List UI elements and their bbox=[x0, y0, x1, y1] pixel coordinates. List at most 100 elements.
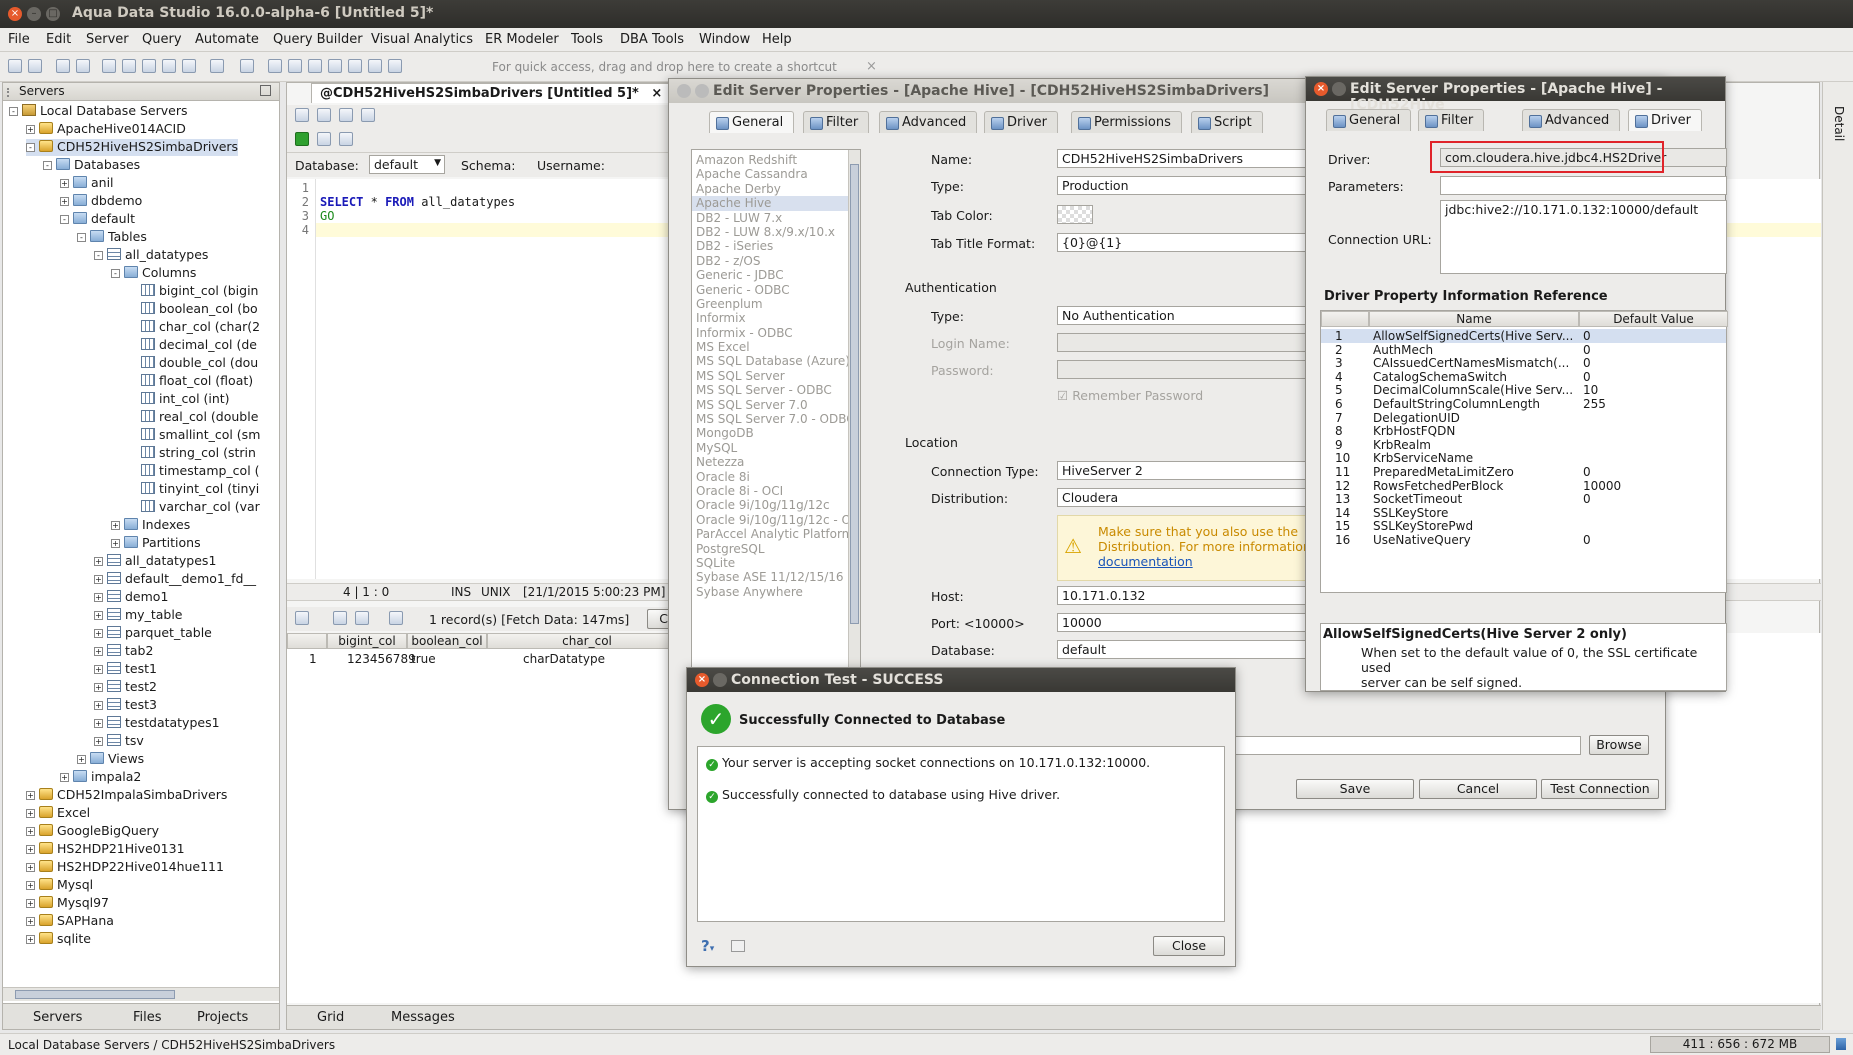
copy-icon[interactable] bbox=[731, 940, 745, 952]
tree-item[interactable]: smallint_col (sm bbox=[128, 427, 260, 444]
memory-indicator[interactable]: 411 : 656 : 672 MB bbox=[1650, 1036, 1830, 1053]
list-item[interactable]: Informix bbox=[692, 311, 860, 325]
list-item[interactable]: DB2 - iSeries bbox=[692, 239, 860, 253]
expand-icon[interactable]: + bbox=[26, 827, 35, 836]
export-icon[interactable] bbox=[182, 59, 196, 73]
restore-panel-icon[interactable] bbox=[260, 85, 271, 96]
list-item[interactable]: Greenplum bbox=[692, 297, 860, 311]
tree-item[interactable]: + testdatatypes1 bbox=[94, 715, 220, 732]
close-button[interactable]: Close bbox=[1153, 936, 1225, 956]
parameters-field[interactable] bbox=[1440, 176, 1727, 195]
dialog-driver-minimize-icon[interactable] bbox=[1332, 82, 1346, 96]
table-row[interactable]: 13 SocketTimeout 0 bbox=[1321, 492, 1726, 506]
tab-files[interactable]: Files bbox=[133, 1010, 162, 1025]
tree-item[interactable]: double_col (dou bbox=[128, 355, 258, 372]
expand-icon[interactable]: + bbox=[60, 179, 69, 188]
tree-item[interactable]: + sqlite bbox=[26, 931, 91, 948]
tab-servers[interactable]: Servers bbox=[33, 1010, 82, 1025]
expand-icon[interactable]: + bbox=[60, 773, 69, 782]
tab-projects[interactable]: Projects bbox=[197, 1010, 248, 1025]
list-item[interactable]: MS Excel bbox=[692, 340, 860, 354]
tree-item[interactable]: + impala2 bbox=[60, 769, 141, 786]
tile-vertical-icon[interactable] bbox=[368, 59, 382, 73]
dialog-driver-close-icon[interactable]: × bbox=[1314, 82, 1328, 96]
collapse-icon[interactable]: - bbox=[60, 215, 69, 224]
tree-item[interactable]: + Indexes bbox=[111, 517, 190, 534]
tree-item[interactable]: - Columns bbox=[111, 265, 196, 282]
results-export-icon[interactable] bbox=[333, 611, 347, 625]
tab-filter[interactable]: Filter bbox=[1418, 109, 1485, 131]
list-item[interactable]: MS SQL Server bbox=[692, 369, 860, 383]
expand-icon[interactable]: + bbox=[26, 935, 35, 944]
tab-grid[interactable]: Grid bbox=[317, 1010, 344, 1025]
tree-item[interactable]: + HS2HDP21Hive0131 bbox=[26, 841, 185, 858]
expand-icon[interactable]: + bbox=[26, 863, 35, 872]
expand-icon[interactable]: + bbox=[94, 719, 103, 728]
menu-dba-tools[interactable]: DBA Tools bbox=[620, 32, 684, 47]
list-item[interactable]: MS SQL Server 7.0 - ODBC bbox=[692, 412, 860, 426]
tree-item[interactable]: - Tables bbox=[77, 229, 147, 246]
server-tree[interactable]: - Local Database Servers + ApacheHive014ACI… bbox=[3, 101, 279, 981]
tree-item[interactable]: - CDH52HiveHS2SimbaDrivers bbox=[26, 139, 239, 156]
open-icon[interactable] bbox=[317, 108, 331, 122]
type-select[interactable]: Production bbox=[1057, 176, 1317, 195]
tree-item[interactable]: timestamp_col ( bbox=[128, 463, 260, 480]
list-item[interactable]: SQLite bbox=[692, 556, 860, 570]
collapse-icon[interactable]: - bbox=[9, 107, 18, 116]
browse-button[interactable]: Browse bbox=[1589, 735, 1649, 755]
list-item[interactable]: MySQL bbox=[692, 441, 860, 455]
disconnect-icon[interactable] bbox=[76, 59, 90, 73]
save-button[interactable]: Save bbox=[1296, 779, 1414, 799]
table-row[interactable]: 5 DecimalColumnScale(Hive Serv... 10 bbox=[1321, 383, 1726, 397]
cascade-icon[interactable] bbox=[328, 59, 342, 73]
menu-server[interactable]: Server bbox=[86, 32, 129, 47]
split-layout-icon[interactable] bbox=[288, 59, 302, 73]
table-row[interactable]: 3 CAIssuedCertNamesMismatch(... 0 bbox=[1321, 356, 1726, 370]
list-item[interactable]: DB2 - LUW 8.x/9.x/10.x bbox=[692, 225, 860, 239]
list-item[interactable]: Sybase Anywhere bbox=[692, 585, 860, 599]
login-name-field[interactable] bbox=[1057, 333, 1317, 352]
compare-icon[interactable] bbox=[142, 59, 156, 73]
tab-filter[interactable]: Filter bbox=[803, 111, 870, 133]
host-field[interactable]: 10.171.0.132 bbox=[1057, 586, 1317, 605]
tree-item[interactable]: + anil bbox=[60, 175, 114, 192]
tab-general[interactable]: General bbox=[1326, 109, 1412, 131]
expand-icon[interactable]: + bbox=[26, 881, 35, 890]
list-item[interactable]: Amazon Redshift bbox=[692, 153, 860, 167]
driver-properties-table[interactable]: Name Default Value 1 AllowSelfSignedCerts… bbox=[1320, 310, 1728, 593]
tab-title-format-field[interactable]: {0}@{1} bbox=[1057, 233, 1317, 252]
list-item[interactable]: PostgreSQL bbox=[692, 542, 860, 556]
list-item[interactable]: Netezza bbox=[692, 455, 860, 469]
connection-url-field[interactable]: jdbc:hive2://10.171.0.132:10000/default bbox=[1440, 200, 1727, 274]
tree-item[interactable]: + Mysql bbox=[26, 877, 93, 894]
list-item[interactable]: Oracle 8i bbox=[692, 470, 860, 484]
tree-item[interactable]: + demo1 bbox=[94, 589, 168, 606]
menu-help[interactable]: Help bbox=[762, 32, 792, 47]
expand-icon[interactable]: + bbox=[94, 557, 103, 566]
database-select[interactable]: default ▼ bbox=[369, 155, 445, 174]
hint-close-icon[interactable]: × bbox=[866, 59, 877, 74]
name-field[interactable]: CDH52HiveHS2SimbaDrivers bbox=[1057, 149, 1317, 168]
expand-icon[interactable]: + bbox=[26, 845, 35, 854]
menu-automate[interactable]: Automate bbox=[195, 32, 259, 47]
menu-file[interactable]: File bbox=[8, 32, 30, 47]
tree-item[interactable]: char_col (char(2 bbox=[128, 319, 260, 336]
list-item[interactable]: Generic - ODBC bbox=[692, 283, 860, 297]
tree-item[interactable]: + dbdemo bbox=[60, 193, 142, 210]
tree-item[interactable]: varchar_col (var bbox=[128, 499, 260, 516]
results-options-icon[interactable] bbox=[295, 611, 309, 625]
collapse-icon[interactable]: - bbox=[77, 233, 86, 242]
col-name-header[interactable]: Name bbox=[1369, 311, 1579, 327]
tree-item[interactable]: string_col (strin bbox=[128, 445, 256, 462]
expand-icon[interactable]: + bbox=[94, 737, 103, 746]
expand-icon[interactable]: + bbox=[94, 665, 103, 674]
tree-item[interactable]: + my_table bbox=[94, 607, 182, 624]
port-field[interactable]: 10000 bbox=[1057, 613, 1317, 632]
schema-icon[interactable] bbox=[122, 59, 136, 73]
expand-icon[interactable]: + bbox=[26, 809, 35, 818]
list-item[interactable]: Oracle 9i/10g/11g/12c bbox=[692, 498, 860, 512]
expand-icon[interactable]: + bbox=[94, 683, 103, 692]
test-connection-button[interactable]: Test Connection bbox=[1541, 779, 1659, 799]
tree-item[interactable]: + parquet_table bbox=[94, 625, 212, 642]
results-script-icon[interactable] bbox=[389, 611, 403, 625]
